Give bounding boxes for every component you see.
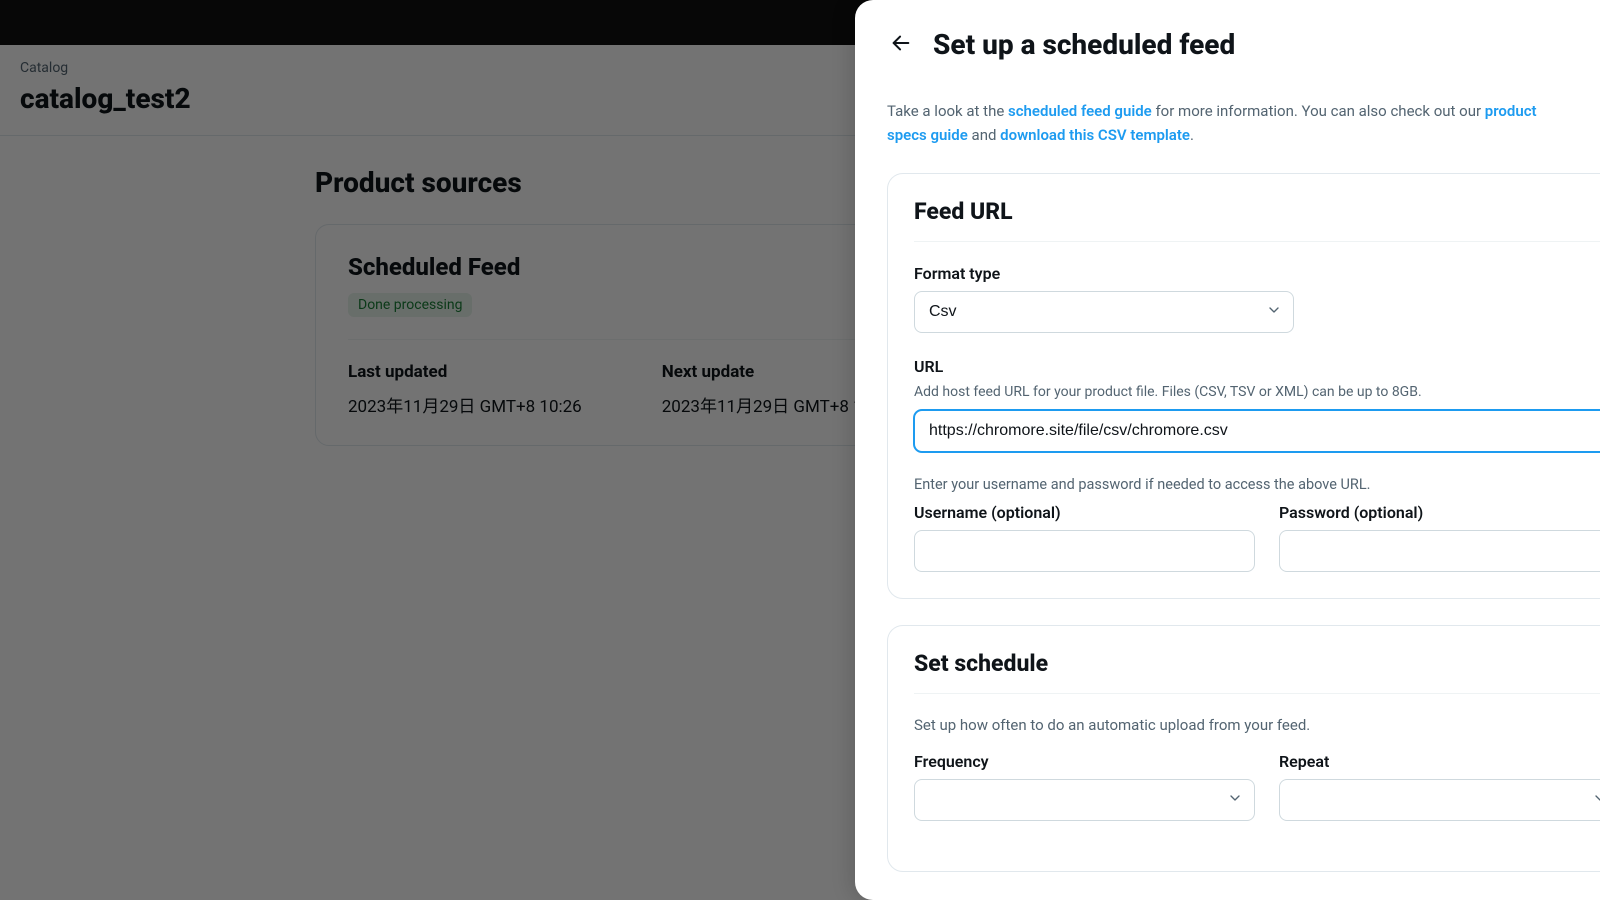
- back-button[interactable]: [887, 31, 915, 59]
- url-label: URL: [914, 357, 1600, 376]
- feed-url-title: Feed URL: [914, 198, 1600, 225]
- drawer-title: Set up a scheduled feed: [933, 28, 1235, 61]
- arrow-left-icon: [890, 32, 912, 58]
- set-schedule-card: Set schedule Set up how often to do an a…: [887, 625, 1600, 872]
- password-label: Password (optional): [1279, 503, 1600, 522]
- username-input[interactable]: [914, 530, 1255, 572]
- format-type-select[interactable]: [914, 291, 1294, 333]
- format-type-label: Format type: [914, 264, 1600, 283]
- setup-feed-drawer: Set up a scheduled feed Take a look at t…: [855, 0, 1600, 900]
- frequency-label: Frequency: [914, 752, 1255, 771]
- scheduled-feed-guide-link[interactable]: scheduled feed guide: [1008, 102, 1152, 120]
- username-label: Username (optional): [914, 503, 1255, 522]
- frequency-select[interactable]: [914, 779, 1255, 821]
- url-help: Add host feed URL for your product file.…: [914, 384, 1600, 400]
- feed-url-card: Feed URL Format type URL Add host feed U…: [887, 173, 1600, 599]
- repeat-label: Repeat: [1279, 752, 1600, 771]
- credentials-note: Enter your username and password if need…: [914, 476, 1600, 493]
- download-csv-template-link[interactable]: download this CSV template: [1000, 126, 1190, 144]
- intro-text-tail: and: [968, 126, 1000, 144]
- drawer-intro: Take a look at the scheduled feed guide …: [855, 69, 1600, 147]
- repeat-select[interactable]: [1279, 779, 1600, 821]
- set-schedule-title: Set schedule: [914, 650, 1600, 677]
- intro-text: Take a look at the: [887, 102, 1008, 120]
- feed-url-input[interactable]: [914, 410, 1600, 452]
- password-input[interactable]: [1279, 530, 1600, 572]
- schedule-note: Set up how often to do an automatic uplo…: [914, 716, 1600, 734]
- intro-text-mid: for more information. You can also check…: [1152, 102, 1485, 120]
- period: .: [1190, 126, 1194, 144]
